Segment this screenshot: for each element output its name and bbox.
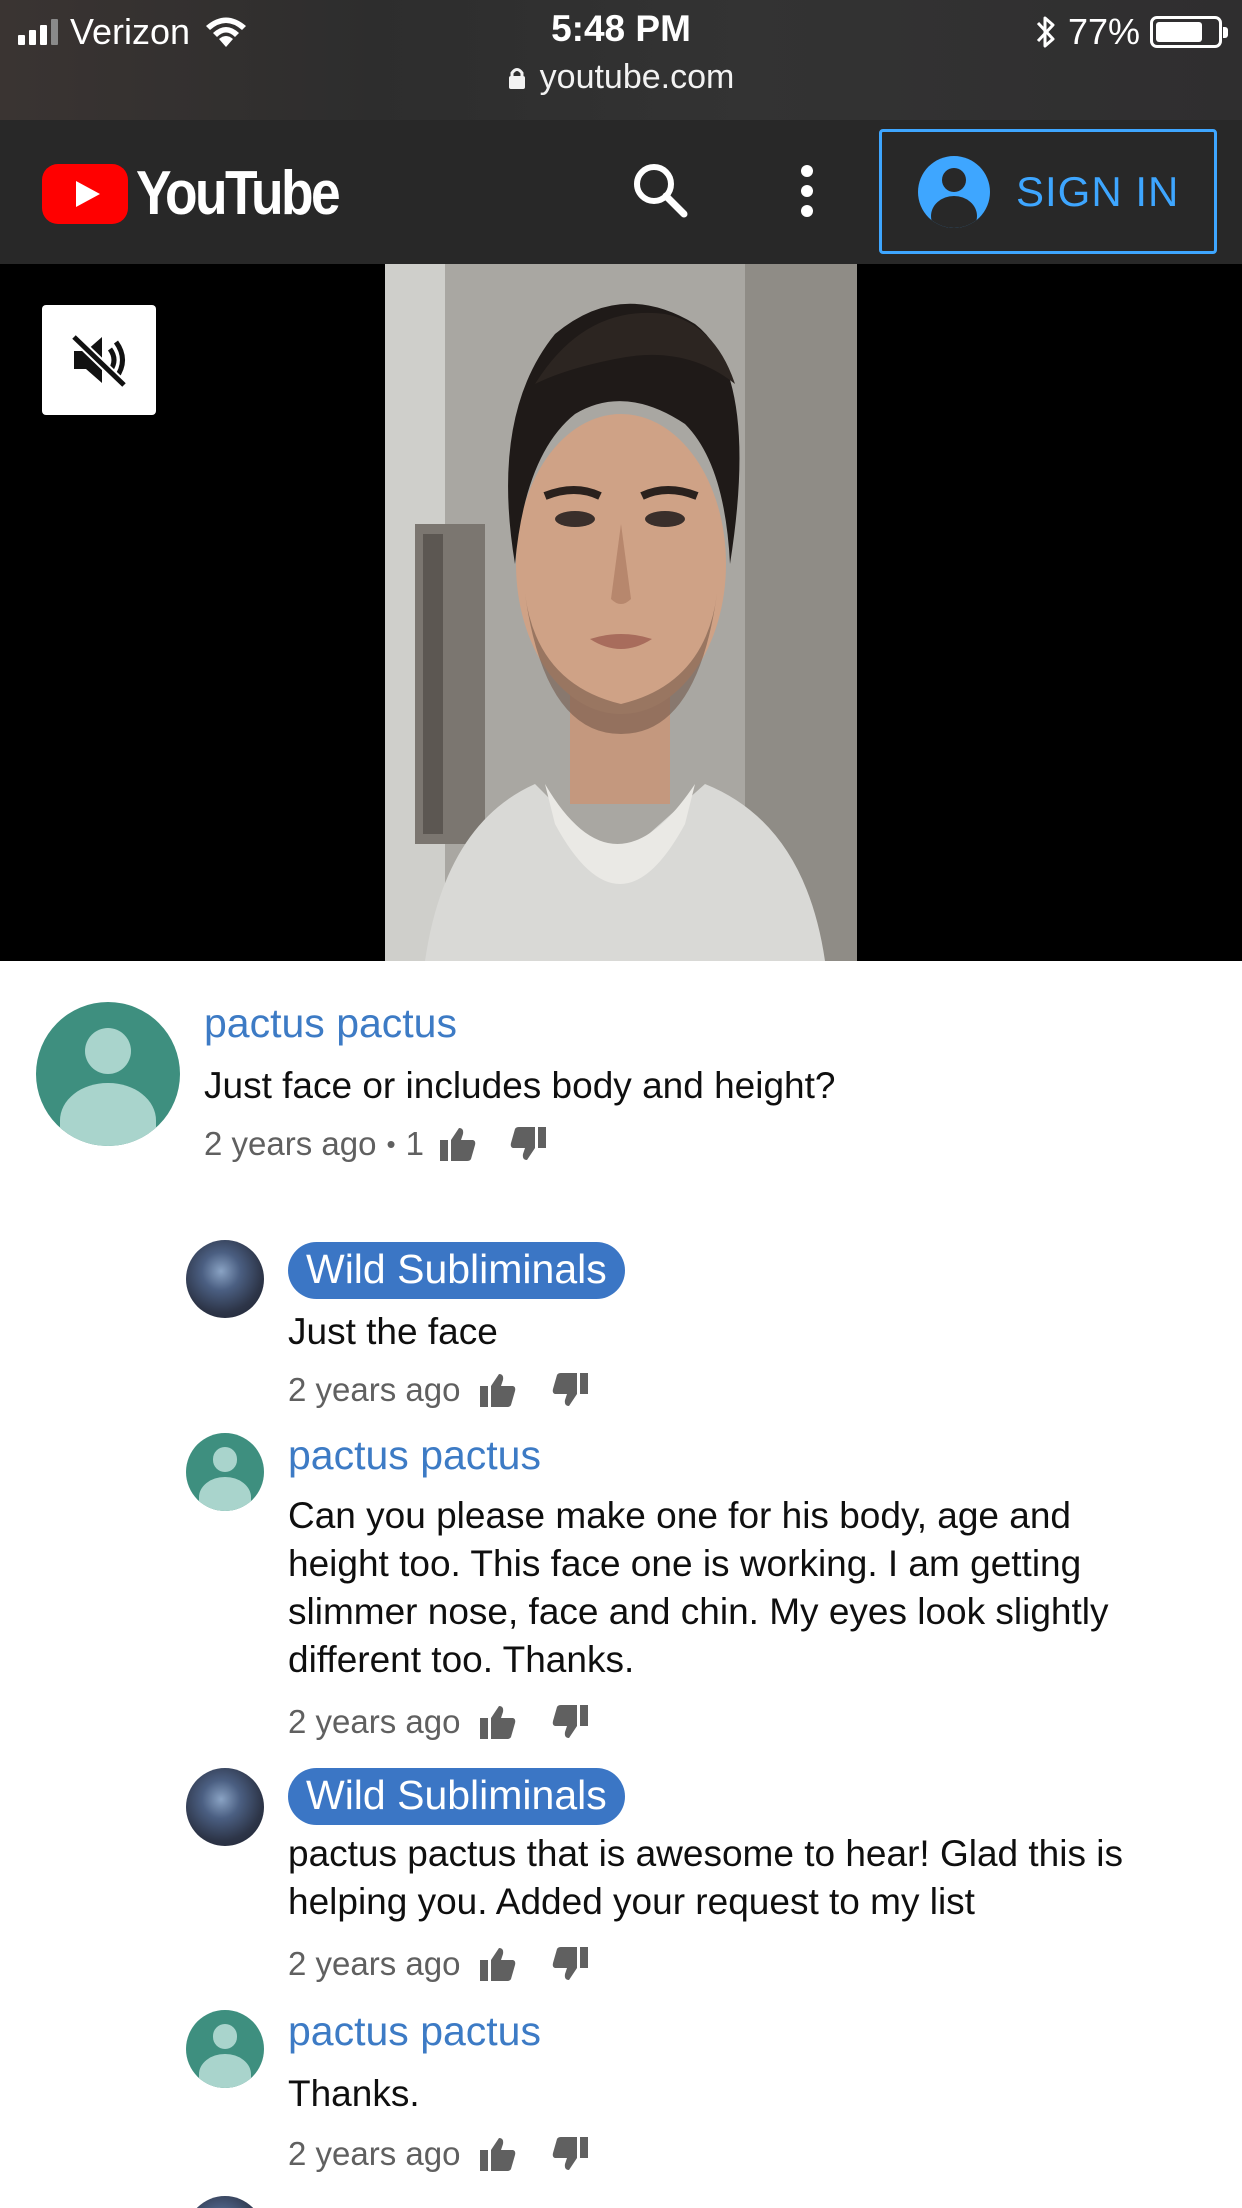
comment-author-badge[interactable]: Wild Subliminals: [288, 1768, 625, 1825]
reply: Wild Subliminals Just the face 2 years a…: [0, 1230, 1242, 1415]
comment-author[interactable]: pactus pactus: [204, 1000, 457, 1047]
youtube-wordmark: YouTube: [136, 159, 341, 228]
thumbs-up-icon: [480, 1948, 516, 1981]
avatar[interactable]: [186, 1768, 264, 1846]
comment-timestamp: 2 years ago: [204, 1125, 377, 1162]
thumbs-down-icon: [553, 2137, 589, 2170]
youtube-header: YouTube SIGN IN: [0, 120, 1242, 264]
sign-in-button[interactable]: SIGN IN: [879, 129, 1217, 254]
dislike-button[interactable]: [508, 1124, 548, 1164]
url-text: youtube.com: [539, 58, 735, 96]
comment-text: Can you please make one for his body, ag…: [288, 1492, 1228, 1684]
dot-icon: [801, 205, 813, 217]
meta-separator: •: [386, 1128, 396, 1159]
sign-in-label: SIGN IN: [1016, 167, 1180, 215]
like-count: 1: [405, 1125, 424, 1162]
like-button[interactable]: [478, 2134, 518, 2174]
like-button[interactable]: [438, 1124, 478, 1164]
battery-percent: 77%: [1067, 11, 1140, 52]
youtube-play-icon: [42, 163, 128, 224]
comment-text-line: Can you please make one for his body, ag…: [288, 1495, 1071, 1536]
avatar[interactable]: [186, 2010, 264, 2088]
thumbs-down-icon: [553, 1705, 589, 1738]
dislike-button[interactable]: [550, 1702, 590, 1742]
bluetooth-icon: [1036, 16, 1055, 48]
comment-meta: 2 years ago: [288, 1700, 590, 1744]
comment-meta: 2 years ago: [288, 2132, 590, 2176]
comment-meta: 2 years ago: [288, 1942, 590, 1986]
thumbs-down-icon: [553, 1947, 589, 1980]
like-button[interactable]: [478, 1702, 518, 1742]
more-options-button[interactable]: [782, 158, 832, 224]
avatar[interactable]: [186, 1240, 264, 1318]
status-bar: Verizon 5:48 PM 77% youtube.com: [0, 0, 1242, 120]
comment-text-line: helping you. Added your request to my li…: [288, 1881, 975, 1922]
comment-text: pactus pactus that is awesome to hear! G…: [288, 1830, 1228, 1926]
muted-speaker-icon: [70, 333, 128, 389]
youtube-logo[interactable]: YouTube: [42, 158, 371, 229]
reply: Wild Subliminals pactus pactus that is a…: [0, 1758, 1242, 1982]
comment-author-badge[interactable]: Wild Subliminals: [288, 1242, 625, 1299]
like-button[interactable]: [478, 1370, 518, 1410]
reply: pactus pactus Can you please make one fo…: [0, 1430, 1242, 1750]
unmute-button[interactable]: [42, 305, 156, 415]
comment-text-line: slimmer nose, face and chin. My eyes loo…: [288, 1591, 1109, 1632]
comment-timestamp: 2 years ago: [288, 1945, 461, 1982]
comment-text: Just the face: [288, 1311, 498, 1352]
thumbs-down-icon: [510, 1127, 546, 1160]
status-right: 77%: [1034, 10, 1228, 54]
video-player[interactable]: [0, 264, 1242, 961]
avatar[interactable]: [186, 2196, 264, 2208]
portrait-image: [385, 264, 857, 961]
comment-meta: 2 years ago: [288, 1368, 590, 1412]
avatar[interactable]: [186, 1433, 264, 1511]
reply: pactus pactus Thanks. 2 years ago: [0, 2008, 1242, 2188]
dislike-button[interactable]: [550, 1370, 590, 1410]
comment: pactus pactus Just face or includes body…: [0, 990, 1242, 1170]
comment-author[interactable]: pactus pactus: [288, 1432, 541, 1479]
comment-timestamp: 2 years ago: [288, 2135, 461, 2172]
dot-icon: [801, 165, 813, 177]
battery-fill: [1156, 22, 1203, 42]
search-icon: [634, 164, 688, 218]
comment-text: Just face or includes body and height?: [204, 1065, 836, 1106]
search-button[interactable]: [628, 158, 694, 224]
thumbs-up-icon: [439, 1128, 476, 1161]
comment-text-line: height too. This face one is working. I …: [288, 1543, 1082, 1584]
comment-text-line: different too. Thanks.: [288, 1639, 635, 1680]
dot-icon: [801, 185, 813, 197]
thumbs-down-icon: [553, 1373, 589, 1406]
battery-icon: [1150, 16, 1228, 48]
url-bar[interactable]: youtube.com: [0, 58, 1242, 97]
avatar[interactable]: [36, 1002, 180, 1146]
dislike-button[interactable]: [550, 2134, 590, 2174]
dislike-button[interactable]: [550, 1944, 590, 1984]
comment-author[interactable]: pactus pactus: [288, 2008, 541, 2055]
account-icon: [918, 155, 990, 228]
comment-text-line: pactus pactus that is awesome to hear! G…: [288, 1833, 1123, 1874]
like-button[interactable]: [478, 1944, 518, 1984]
comment-text: Thanks.: [288, 2073, 420, 2114]
comment-meta: 2 years ago • 1: [204, 1122, 548, 1166]
comment-timestamp: 2 years ago: [288, 1703, 461, 1740]
thumbs-up-icon: [480, 1706, 516, 1739]
thumbs-up-icon: [480, 1374, 516, 1407]
lock-icon: [508, 67, 525, 89]
thumbs-up-icon: [480, 2138, 516, 2171]
comment-timestamp: 2 years ago: [288, 1371, 461, 1408]
video-thumbnail: [385, 264, 857, 961]
